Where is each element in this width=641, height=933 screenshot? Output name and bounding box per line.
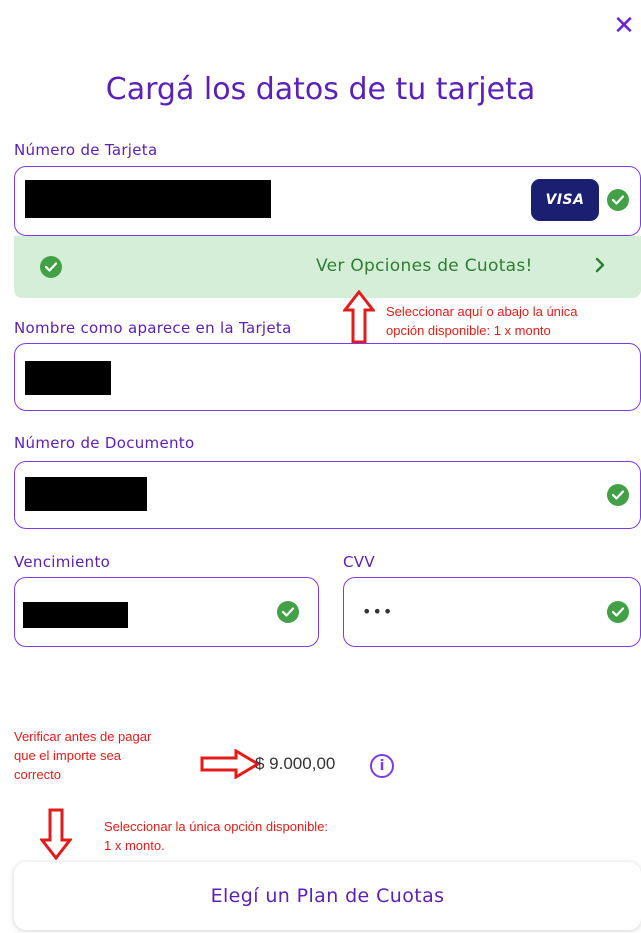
cardholder-name-field[interactable] bbox=[14, 343, 641, 411]
expiry-field[interactable] bbox=[14, 577, 319, 647]
amount-value: $ 9.000,00 bbox=[255, 754, 336, 773]
ver-opciones-cuotas-button[interactable]: Ver Opciones de Cuotas! bbox=[14, 236, 641, 298]
annotation-amount-hint: Verificar antes de pagar que el importe … bbox=[14, 729, 152, 782]
annotation-arrow-right-icon bbox=[200, 748, 261, 783]
card-number-label: Número de Tarjeta bbox=[14, 141, 158, 159]
ver-opciones-cuotas-label: Ver Opciones de Cuotas! bbox=[316, 256, 533, 276]
redacted-card-number bbox=[25, 180, 271, 218]
card-number-field[interactable]: VISA bbox=[14, 166, 641, 236]
annotation-arrow-up-icon bbox=[341, 289, 377, 348]
info-icon[interactable]: i bbox=[370, 754, 394, 778]
cvv-value: ••• bbox=[362, 602, 394, 621]
redacted-expiry bbox=[23, 602, 128, 628]
page-title: Cargá los datos de tu tarjeta bbox=[105, 72, 536, 107]
check-icon bbox=[607, 484, 629, 506]
redacted-cardholder-name bbox=[25, 361, 111, 395]
chevron-right-icon bbox=[594, 256, 606, 278]
annotation-plan-hint: Seleccionar la única opción disponible: … bbox=[104, 819, 329, 853]
cvv-label: CVV bbox=[343, 553, 375, 571]
redacted-document-number bbox=[25, 477, 147, 511]
document-number-field[interactable] bbox=[14, 461, 641, 529]
visa-logo-icon: VISA bbox=[531, 179, 599, 221]
cardholder-name-label: Nombre como aparece en la Tarjeta bbox=[14, 319, 292, 337]
annotation-cuotas-hint: Seleccionar aquí o abajo la única opción… bbox=[386, 304, 578, 338]
close-icon[interactable]: ✕ bbox=[612, 13, 636, 39]
document-number-label: Número de Documento bbox=[14, 434, 195, 452]
annotation-arrow-down-icon bbox=[38, 808, 74, 864]
check-icon bbox=[607, 189, 629, 211]
check-icon bbox=[40, 256, 62, 278]
plan-de-cuotas-button[interactable]: Elegí un Plan de Cuotas bbox=[14, 862, 641, 930]
check-icon bbox=[607, 601, 629, 623]
expiry-label: Vencimiento bbox=[14, 553, 111, 571]
cvv-field[interactable]: ••• bbox=[343, 577, 641, 647]
check-icon bbox=[277, 601, 299, 623]
